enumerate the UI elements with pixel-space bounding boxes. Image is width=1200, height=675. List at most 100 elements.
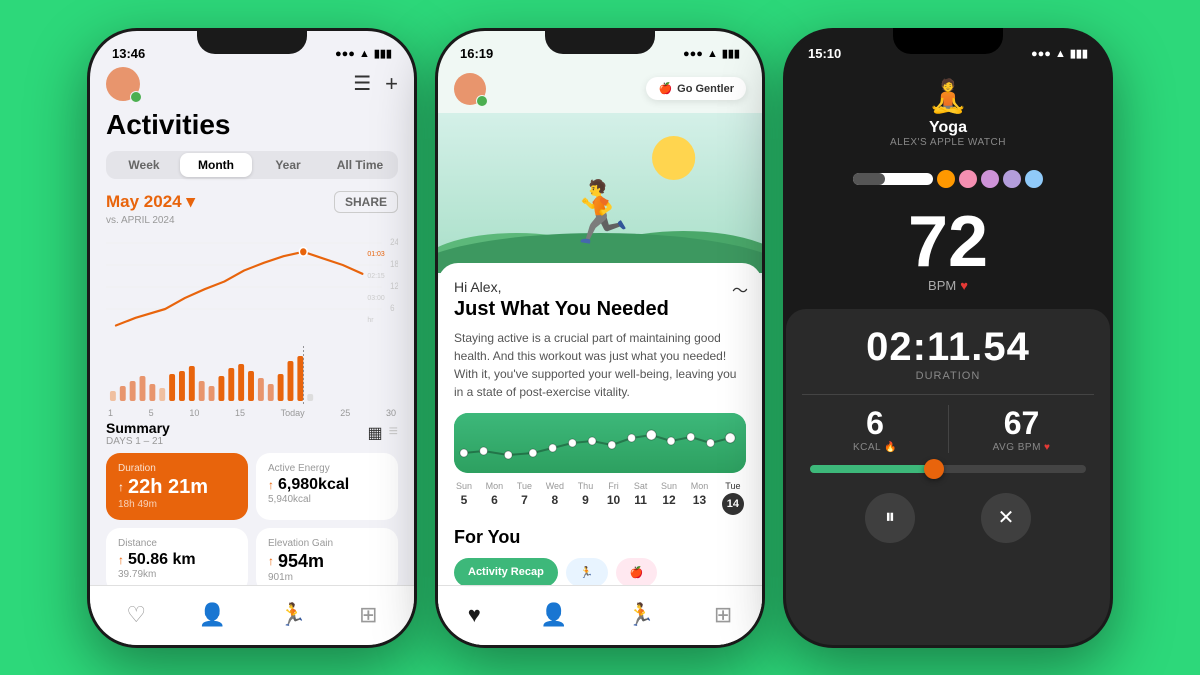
avg-bpm-label: AVG BPM ♥: [993, 442, 1051, 453]
duration-block: 02:11.54 DURATION: [802, 325, 1094, 382]
energy-label: Active Energy: [268, 463, 386, 474]
line-chart: 24 18 12 6 01:03 02:15: [106, 232, 398, 342]
tab-year[interactable]: Year: [252, 153, 324, 177]
swatch-row: [786, 160, 1110, 198]
wifi-icon-2: ▲: [707, 48, 718, 60]
tabbar-grid-2[interactable]: ⊞: [714, 602, 732, 628]
stop-button[interactable]: ✕: [981, 493, 1031, 543]
swatch-purple[interactable]: [981, 170, 999, 188]
close-icon: ✕: [998, 505, 1015, 530]
go-gentler-badge[interactable]: 🍎 Go Gentler: [646, 77, 746, 100]
day-wed-8: Wed8: [546, 481, 564, 515]
summary-days: DAYS 1 – 21: [106, 436, 170, 447]
phone-yoga: 15:10 ●●● ▲ ▮▮▮ 🧘 Yoga ALEX'S APPLE WATC…: [783, 28, 1113, 648]
stats-area: 02:11.54 DURATION 6 KCAL 🔥 67: [786, 309, 1110, 645]
chip-activity[interactable]: Activity Recap: [454, 558, 558, 587]
nutrition-icon: 🍎: [630, 567, 644, 579]
swatch-pink[interactable]: [959, 170, 977, 188]
tabbar-grid[interactable]: ⊞: [359, 602, 377, 628]
character-illustration: 🏃: [563, 177, 638, 248]
workout-info: 🧘 Yoga ALEX'S APPLE WATCH: [786, 67, 1110, 160]
svg-text:12: 12: [390, 280, 398, 291]
signal-icon-2: ●●●: [683, 48, 703, 60]
tab-month[interactable]: Month: [180, 153, 252, 177]
kcal-stat: 6 KCAL 🔥: [802, 405, 948, 453]
svg-text:01:03: 01:03: [367, 248, 384, 257]
bar-view-icon[interactable]: ▦: [368, 423, 383, 443]
svg-text:hr: hr: [367, 314, 374, 323]
month-row: May 2024 ▾ SHARE: [106, 191, 398, 213]
duration-sub: 18h 49m: [118, 499, 236, 510]
tabbar-heart[interactable]: ♡: [126, 602, 146, 628]
share-button[interactable]: SHARE: [334, 191, 398, 213]
duration-time: 02:11.54: [866, 325, 1030, 370]
svg-text:02:15: 02:15: [367, 270, 384, 279]
svg-text:18: 18: [390, 258, 398, 269]
pause-button[interactable]: ⏸: [865, 493, 915, 543]
list-view-icon[interactable]: ≡: [389, 423, 398, 443]
apple-icon: 🍎: [658, 82, 672, 95]
flame-icon: 🔥: [884, 442, 897, 453]
distance-arrow: ↑: [118, 553, 124, 567]
current-month[interactable]: May 2024 ▾: [106, 192, 195, 212]
yoga-icon: 🧘: [928, 77, 968, 115]
slider-thumb[interactable]: [924, 459, 944, 479]
status-icons-3: ●●● ▲ ▮▮▮: [1031, 47, 1088, 60]
phone-activities: 13:46 ●●● ▲ ▮▮▮ ☰ + Activities Week Mont…: [87, 28, 417, 648]
chips-row: Activity Recap 🏃 🍎: [454, 558, 746, 587]
phone2-header: 🍎 Go Gentler: [438, 67, 762, 113]
day-sun-5: Sun5: [456, 481, 472, 515]
tabbar-running[interactable]: 🏃: [279, 602, 306, 628]
day-mon-13: Mon13: [691, 481, 709, 515]
avg-bpm-stat: 67 AVG BPM ♥: [948, 405, 1094, 453]
hero-illustration: 🏃: [438, 113, 762, 273]
tabbar-running-2[interactable]: 🏃: [627, 602, 654, 628]
tabbar-person-2[interactable]: 👤: [540, 602, 567, 628]
tab-week[interactable]: Week: [108, 153, 180, 177]
comparison-label: vs. APRIL 2024: [106, 215, 398, 226]
avg-bpm-value: 67: [1004, 405, 1040, 442]
add-icon[interactable]: +: [385, 71, 398, 97]
axis-labels: 1 5 10 15 Today 25 30: [106, 408, 398, 418]
week-calendar: Sun5 Mon6 Tue7 Wed8 Thu9 Fri10: [454, 481, 746, 515]
mini-chart: [454, 413, 746, 473]
status-time-1: 13:46: [112, 46, 145, 61]
chip-running[interactable]: 🏃: [566, 558, 608, 587]
watch-label: ALEX'S APPLE WATCH: [890, 137, 1006, 148]
page-title: Activities: [106, 109, 398, 141]
bar-chart: [106, 346, 398, 406]
notch-3: [893, 28, 1003, 54]
day-thu-9: Thu9: [578, 481, 594, 515]
signal-icon-3: ●●●: [1031, 48, 1051, 60]
elevation-sub: 901m: [268, 572, 386, 583]
swatch-violet[interactable]: [1003, 170, 1021, 188]
pause-icon: ⏸: [885, 506, 895, 529]
kcal-label: KCAL 🔥: [853, 442, 897, 453]
tabbar-person[interactable]: 👤: [199, 602, 226, 628]
duration-label: DURATION: [916, 370, 981, 382]
tab-bar: ♡ 👤 🏃 ⊞: [90, 585, 414, 645]
signal-icon: ●●●: [335, 48, 355, 60]
tab-alltime[interactable]: All Time: [324, 153, 396, 177]
status-icons-2: ●●● ▲ ▮▮▮: [683, 47, 740, 60]
tabbar-heart-2[interactable]: ♥: [468, 602, 481, 628]
stats-grid: Duration ↑ 22h 21m 18h 49m Active Energy…: [106, 453, 398, 593]
tab-bar-2: ♥ 👤 🏃 ⊞: [438, 585, 762, 645]
svg-text:03:00: 03:00: [367, 292, 384, 301]
distance-card: Distance ↑ 50.86 km 39.79km: [106, 528, 248, 593]
swatch-blue[interactable]: [1025, 170, 1043, 188]
user-avatar-2[interactable]: [454, 73, 486, 105]
day-tue-14-active[interactable]: Tue 14: [722, 481, 744, 515]
distance-value: 50.86 km: [128, 551, 196, 569]
battery-icon-3: ▮▮▮: [1070, 47, 1088, 60]
status-icons-1: ●●● ▲ ▮▮▮: [335, 47, 392, 60]
bpm-display: 72 BPM ♥: [786, 198, 1110, 309]
kcal-value: 6: [866, 405, 884, 442]
chip-nutrition[interactable]: 🍎: [616, 558, 658, 587]
swatch-orange[interactable]: [937, 170, 955, 188]
elevation-value: 954m: [278, 551, 324, 572]
user-avatar[interactable]: [106, 67, 140, 101]
summary-title: Summary: [106, 420, 170, 436]
menu-icon[interactable]: ☰: [353, 71, 371, 97]
progress-slider[interactable]: [802, 465, 1094, 473]
